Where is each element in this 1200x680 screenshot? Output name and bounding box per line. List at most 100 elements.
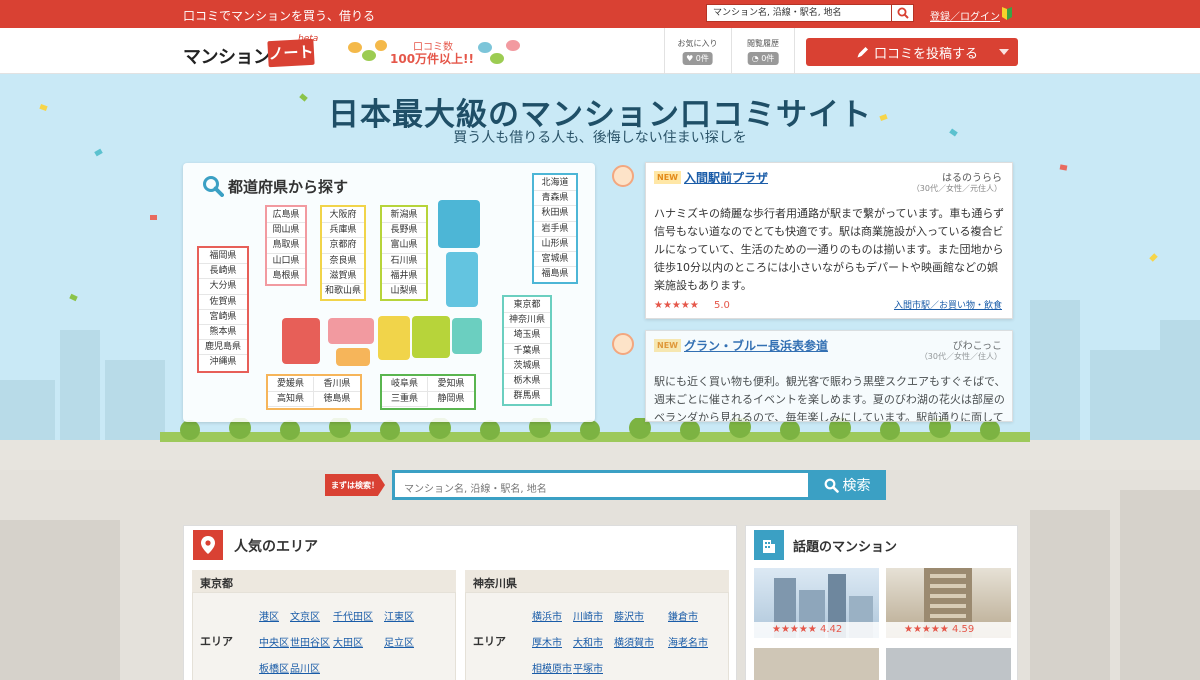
prefecture-link[interactable]: 埼玉県 (504, 328, 550, 344)
prefecture-link[interactable]: 愛媛県 (268, 377, 314, 393)
prefecture-link[interactable]: 鳥取県 (267, 238, 305, 254)
prefecture-link[interactable]: 岡山県 (267, 223, 305, 239)
map-region-kinki[interactable] (378, 316, 410, 360)
prefecture-link[interactable]: 北海道 (534, 176, 576, 192)
city-link[interactable]: 横浜市 (532, 608, 562, 623)
prefecture-link[interactable]: 千葉県 (504, 344, 550, 359)
prefecture-link[interactable]: 広島県 (267, 208, 305, 224)
prefecture-link[interactable]: 福井県 (382, 269, 426, 285)
prefecture-link[interactable]: 富山県 (382, 238, 426, 254)
city-link[interactable]: 文京区 (290, 608, 320, 623)
logo[interactable]: マンション (183, 43, 271, 69)
map-region-kyushu[interactable] (282, 318, 320, 364)
prefecture-link[interactable]: 岩手県 (534, 222, 576, 237)
review-mansion-link[interactable]: 入間駅前プラザ (684, 169, 768, 186)
prefecture-link[interactable]: 石川県 (382, 254, 426, 269)
prefecture-link[interactable]: 群馬県 (504, 389, 550, 403)
prefecture-link[interactable]: 奈良県 (322, 254, 364, 269)
map-region-tohoku[interactable] (446, 252, 478, 307)
city-link[interactable]: 川崎市 (573, 608, 603, 623)
review-mansion-link[interactable]: グラン・ブルー長浜表参道 (684, 337, 828, 354)
prefecture-link[interactable]: 鹿児島県 (199, 340, 247, 356)
region-heading-kanagawa[interactable]: 神奈川県 (465, 570, 729, 592)
prefecture-link[interactable]: 沖縄県 (199, 355, 247, 369)
prefecture-link[interactable]: 宮城県 (534, 252, 576, 268)
prefecture-link[interactable]: 神奈川県 (504, 313, 550, 329)
review-category-link[interactable]: 入間市駅／お買い物・飲食 (894, 298, 1002, 311)
city-link[interactable]: 相模原市 (532, 660, 572, 675)
city-link[interactable]: 平塚市 (573, 660, 603, 675)
prefecture-link[interactable]: 高知県 (268, 392, 314, 408)
mansion-thumbnail[interactable]: ★★★★★ 4.42 (754, 568, 879, 638)
prefecture-link[interactable]: 大阪府 (322, 208, 364, 224)
city-link[interactable]: 足立区 (384, 634, 414, 649)
prefecture-link[interactable]: 宮崎県 (199, 310, 247, 326)
city-link[interactable]: 大田区 (333, 634, 363, 649)
header-search-input[interactable]: マンション名, 沿線・駅名, 地名 (706, 4, 892, 22)
city-link[interactable]: 鎌倉市 (668, 608, 698, 623)
main-search-input[interactable]: マンション名, 沿線・駅名, 地名 (392, 470, 808, 500)
map-region-hokkaido[interactable] (438, 200, 480, 248)
prefecture-link[interactable]: 東京都 (504, 298, 550, 314)
prefecture-link[interactable]: 徳島県 (314, 392, 360, 407)
city-link[interactable]: 江東区 (384, 608, 414, 623)
prefecture-link[interactable]: 長崎県 (199, 264, 247, 280)
site-tagline: 口コミでマンションを買う、借りる (183, 9, 376, 23)
map-region-chugoku[interactable] (328, 318, 374, 344)
prefecture-link[interactable]: 島根県 (267, 269, 305, 283)
prefecture-link[interactable]: 栃木県 (504, 374, 550, 390)
header-search-button[interactable] (892, 4, 914, 22)
history-button[interactable]: 閲覧履歴 ◔ 0件 (731, 28, 795, 74)
city-link[interactable]: 厚木市 (532, 634, 562, 649)
prefecture-link[interactable]: 岐阜県 (382, 377, 428, 393)
city-link[interactable]: 千代田区 (333, 608, 373, 623)
city-link[interactable]: 港区 (259, 608, 279, 623)
map-region-shikoku[interactable] (336, 348, 370, 366)
prefecture-link[interactable]: 大分県 (199, 279, 247, 295)
city-link[interactable]: 中央区 (259, 634, 289, 649)
favorites-count: ♥ 0件 (682, 52, 713, 65)
mansion-thumbnail[interactable]: ★★★★★ 4.59 (886, 568, 1011, 638)
city-link[interactable]: 板橋区 (259, 660, 289, 675)
prefecture-link[interactable]: 静岡県 (428, 392, 474, 407)
prefecture-link[interactable]: 三重県 (382, 392, 428, 408)
prefecture-link[interactable]: 京都府 (322, 238, 364, 254)
city-link[interactable]: 藤沢市 (614, 608, 644, 623)
prefecture-link[interactable]: 福島県 (534, 267, 576, 281)
prefecture-link[interactable]: 兵庫県 (322, 223, 364, 239)
review-card[interactable]: NEW 入間駅前プラザ はるのうらら （30代／女性／元住人） ハナミズキの綺麗… (645, 162, 1013, 319)
thumbnail-rating: ★★★★★ 4.42 (754, 622, 879, 638)
login-link[interactable]: 登録／ログイン (930, 8, 1000, 23)
prefecture-link[interactable]: 福岡県 (199, 249, 247, 265)
city-link[interactable]: 品川区 (290, 660, 320, 675)
prefecture-link[interactable]: 青森県 (534, 191, 576, 207)
city-link[interactable]: 世田谷区 (290, 634, 330, 649)
prefecture-link[interactable]: 山口県 (267, 254, 305, 269)
prefecture-link[interactable]: 熊本県 (199, 325, 247, 341)
prefecture-link[interactable]: 山形県 (534, 237, 576, 253)
favorites-button[interactable]: お気に入り ♥ 0件 (664, 28, 730, 74)
city-link[interactable]: 大和市 (573, 634, 603, 649)
prefecture-link[interactable]: 和歌山県 (322, 284, 364, 298)
mansion-thumbnail[interactable] (754, 648, 879, 680)
main-search-button[interactable]: 検索 (808, 470, 886, 500)
prefecture-link[interactable]: 新潟県 (382, 208, 426, 224)
prefecture-link[interactable]: 茨城県 (504, 359, 550, 375)
region-heading-tokyo[interactable]: 東京都 (192, 570, 456, 592)
prefecture-link[interactable]: 愛知県 (428, 377, 474, 393)
prefecture-link[interactable]: 佐賀県 (199, 295, 247, 310)
prefecture-link[interactable]: 滋賀県 (322, 269, 364, 285)
city-link[interactable]: 海老名市 (668, 634, 708, 649)
chevron-down-icon[interactable] (999, 49, 1009, 55)
prefecture-list-kinki: 大阪府 兵庫県 京都府 奈良県 滋賀県 和歌山県 (320, 205, 366, 302)
prefecture-link[interactable]: 山梨県 (382, 284, 426, 298)
map-region-kanto[interactable] (452, 318, 482, 354)
post-review-button[interactable]: 口コミを投稿する (806, 38, 1018, 66)
prefecture-link[interactable]: 香川県 (314, 377, 360, 393)
review-card[interactable]: NEW グラン・ブルー長浜表参道 びわこっこ （30代／女性／住人） 駅にも近く… (645, 330, 1013, 422)
mansion-thumbnail[interactable] (886, 648, 1011, 680)
prefecture-link[interactable]: 長野県 (382, 223, 426, 239)
prefecture-link[interactable]: 秋田県 (534, 206, 576, 222)
map-region-chubu[interactable] (412, 316, 450, 358)
city-link[interactable]: 横須賀市 (614, 634, 654, 649)
